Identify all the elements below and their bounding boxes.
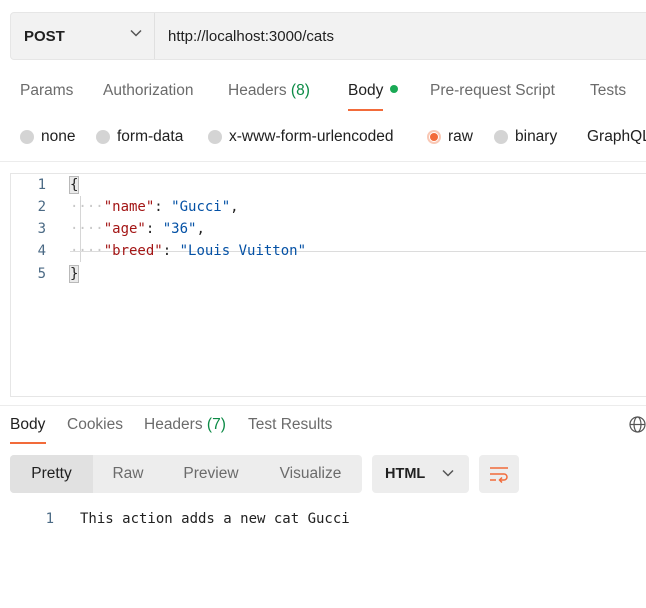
url-input[interactable]: http://localhost:3000/cats: [168, 13, 334, 59]
radio-urlencoded[interactable]: x-www-form-urlencoded: [208, 128, 394, 146]
radio-form-data[interactable]: form-data: [96, 128, 183, 146]
json-trail: ,: [196, 221, 205, 237]
globe-icon[interactable]: [629, 416, 646, 433]
json-key: "age": [103, 221, 146, 237]
method-label: POST: [24, 27, 65, 45]
json-key: "breed": [103, 243, 163, 259]
editor-line-1: 1 {: [0, 174, 636, 196]
indent-whitespace: ····: [70, 199, 104, 215]
json-value: "36": [162, 221, 197, 237]
line-number: 3: [37, 221, 46, 237]
tab-headers-label: Headers: [228, 82, 287, 99]
tab-authorization[interactable]: Authorization: [103, 82, 193, 100]
radio-none[interactable]: none: [20, 128, 75, 146]
format-select[interactable]: HTML: [372, 455, 469, 493]
radio-graphql-label: GraphQL: [587, 128, 646, 145]
tab-params[interactable]: Params: [20, 82, 73, 100]
json-value: "Gucci": [171, 199, 231, 215]
divider: [0, 405, 646, 406]
radio-circle: [208, 130, 222, 144]
tab-pre-request-script[interactable]: Pre-request Script: [430, 82, 555, 100]
json-value: "Louis Vuitton": [179, 243, 307, 259]
line-number: 5: [37, 266, 46, 282]
json-separator: :: [162, 243, 180, 259]
active-tab-indicator: [348, 109, 383, 111]
line-number: 2: [37, 199, 46, 215]
radio-binary[interactable]: binary: [494, 128, 557, 146]
radio-binary-label: binary: [515, 128, 558, 145]
radio-raw-label: raw: [448, 128, 473, 145]
radio-raw[interactable]: raw: [427, 128, 473, 146]
view-pretty[interactable]: Pretty: [10, 455, 93, 493]
line-number: 4: [37, 243, 46, 259]
view-preview[interactable]: Preview: [163, 455, 259, 493]
close-brace: }: [68, 265, 80, 283]
json-separator: :: [145, 221, 163, 237]
view-visualize[interactable]: Visualize: [259, 455, 362, 493]
format-label: HTML: [385, 466, 426, 482]
radio-none-label: none: [41, 128, 76, 145]
url-bar: POST http://localhost:3000/cats: [10, 12, 646, 60]
json-separator: :: [154, 199, 172, 215]
tab-headers-count: (8): [290, 82, 310, 99]
line-number: 1: [37, 177, 46, 193]
radio-graphql[interactable]: GraphQL: [580, 128, 646, 146]
radio-circle: [96, 130, 110, 144]
method-select[interactable]: POST: [11, 13, 155, 59]
radio-circle: [494, 130, 508, 144]
wrap-lines-icon: [490, 467, 508, 483]
radio-circle-selected: [427, 130, 441, 144]
view-raw[interactable]: Raw: [93, 455, 163, 493]
divider: [0, 161, 646, 162]
indent-whitespace: ····: [70, 221, 104, 237]
json-trail: ,: [230, 199, 239, 215]
response-tab-headers-label: Headers: [144, 416, 203, 433]
response-body-text: This action adds a new cat Gucci: [80, 511, 350, 527]
radio-form-data-label: form-data: [117, 128, 184, 145]
response-tab-headers[interactable]: Headers (7): [144, 416, 226, 434]
tab-body-label: Body: [348, 82, 384, 99]
tab-tests[interactable]: Tests: [590, 82, 626, 100]
body-status-dot: [390, 85, 399, 93]
response-tab-headers-count: (7): [206, 416, 226, 433]
active-response-tab-indicator: [10, 442, 46, 444]
chevron-down-icon: [130, 29, 142, 37]
tab-body[interactable]: Body: [348, 82, 399, 100]
chevron-down-icon: [442, 469, 454, 477]
response-tab-body[interactable]: Body: [10, 416, 45, 434]
tab-headers[interactable]: Headers (8): [228, 82, 310, 100]
response-line-number: 1: [45, 511, 54, 527]
editor-line-2: 2 ····"name": "Gucci",: [0, 196, 636, 218]
wrap-lines-button[interactable]: [479, 455, 519, 493]
response-tab-test-results[interactable]: Test Results: [248, 416, 332, 434]
editor-line-5: 5 }: [0, 263, 636, 285]
indent-whitespace: ····: [70, 243, 104, 259]
radio-urlencoded-label: x-www-form-urlencoded: [229, 128, 394, 145]
editor-line-4: 4 ····"breed": "Louis Vuitton": [0, 240, 636, 262]
open-brace: {: [68, 176, 80, 194]
editor-line-3: 3 ····"age": "36",: [0, 218, 636, 240]
json-key: "name": [103, 199, 155, 215]
response-tab-cookies[interactable]: Cookies: [67, 416, 123, 434]
radio-circle: [20, 130, 34, 144]
